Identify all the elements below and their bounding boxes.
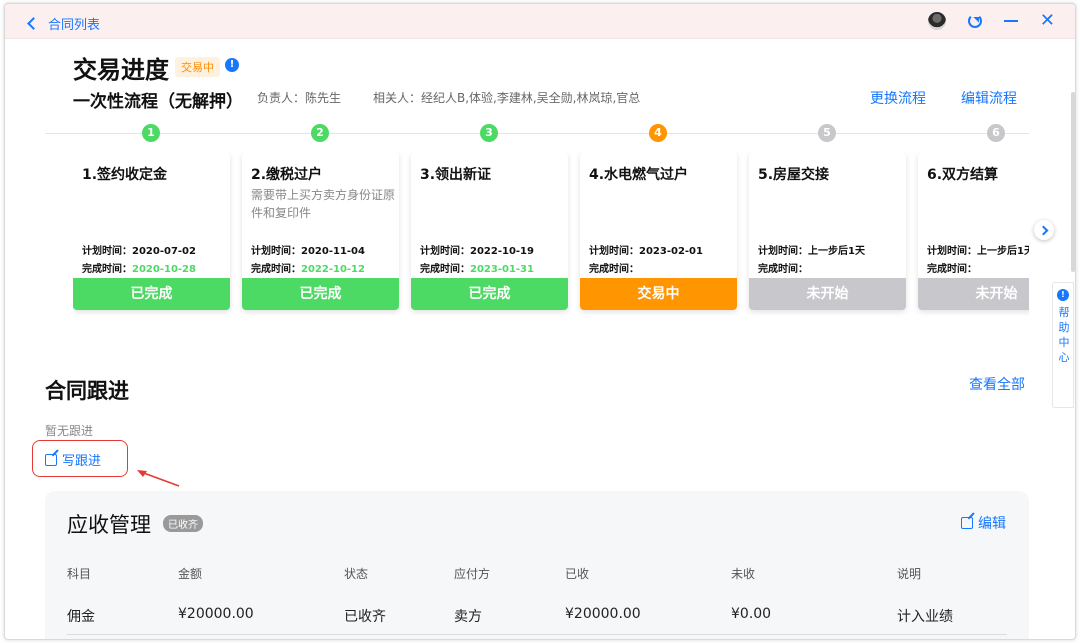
step-status: 未开始 [749,278,906,310]
help-center-label: 帮助中心 [1058,306,1070,364]
done-value: 2020-10-28 [132,264,196,275]
step-title: 6.双方结算 [927,167,999,183]
step-done-time: 完成时间：2022-10-12 [251,260,365,275]
col-header-subject: 科目 [67,567,92,581]
step-plan-time: 计划时间：2020-07-02 [82,246,196,257]
step-done-time: 完成时间： [589,260,639,275]
minimize-icon[interactable] [1003,20,1018,22]
step-card-6[interactable]: 6.双方结算 计划时间：上一步后1天 完成时间： 未开始 [918,152,1029,310]
receivable-title: 应收管理 [67,513,151,537]
close-icon[interactable]: ✕ [1040,12,1055,30]
step-plan-time: 计划时间：上一步后1天 [927,246,1029,257]
step-status: 交易中 [580,278,737,310]
done-label: 完成时间： [420,264,470,275]
step-status: 未开始 [918,278,1029,310]
step-card-1[interactable]: 1.签约收定金 计划时间：2020-07-02 完成时间：2020-10-28 … [73,152,230,310]
cell-status: 已收齐 [344,609,386,625]
window-controls: ✕ [927,12,1055,30]
related-people-text: 相关人：经纪人B,体验,李建林,吴全勋,林岚琼,官总 [373,91,641,105]
done-label: 完成时间： [927,264,977,275]
step-card-5[interactable]: 5.房屋交接 计划时间：上一步后1天 完成时间： 未开始 [749,152,906,310]
step-card-4[interactable]: 4.水电燃气过户 计划时间：2023-02-01 完成时间： 交易中 [580,152,737,310]
stepper-line [45,133,1029,134]
scrollbar[interactable] [1071,92,1075,272]
step-note: 需要带上买方卖方身份证原件和复印件 [251,188,396,220]
done-value: 2022-10-12 [301,264,365,275]
edit-icon [961,517,973,529]
cell-subject: 佣金 [67,609,95,625]
edit-icon [45,453,57,466]
view-all-link[interactable]: 查看全部 [969,374,1025,394]
back-to-contract-list[interactable]: 合同列表 [27,14,101,33]
owner-text: 负责人：陈先生 [257,91,342,105]
change-flow-link[interactable]: 更换流程 [870,88,926,108]
edit-flow-link[interactable]: 编辑流程 [961,88,1017,108]
step-title: 1.签约收定金 [82,167,168,183]
receivable-panel: 应收管理 已收齐 编辑 科目 金额 状态 应付方 已收 未收 说明 佣金 ¥20… [45,491,1029,639]
done-label: 完成时间： [82,264,132,275]
col-header-amount: 金额 [178,567,203,581]
step-card-3[interactable]: 3.领出新证 计划时间：2022-10-19 完成时间：2023-01-31 已… [411,152,568,310]
step-dot-6[interactable]: 6 [987,124,1005,142]
step-dot-3[interactable]: 3 [480,124,498,142]
step-status: 已完成 [411,278,568,310]
step-cards: 1.签约收定金 计划时间：2020-07-02 完成时间：2020-10-28 … [73,152,1029,316]
receivable-badge: 已收齐 [163,515,203,532]
help-center-tab[interactable]: ! 帮助中心 [1052,282,1074,408]
title-bar: 合同列表 ✕ [5,4,1075,39]
empty-follow-text: 暂无跟进 [45,424,94,438]
annotation-arrow-icon [137,470,180,487]
help-icon: ! [1057,289,1069,301]
step-dot-2[interactable]: 2 [311,124,329,142]
next-steps-chevron-icon[interactable] [1034,220,1054,240]
chevron-left-icon [27,17,40,30]
write-follow-button[interactable]: 写跟进 [45,450,101,469]
step-card-2[interactable]: 2.缴税过户 需要带上买方卖方身份证原件和复印件 计划时间：2020-11-04… [242,152,399,310]
step-title: 4.水电燃气过户 [589,167,689,183]
done-label: 完成时间： [758,264,808,275]
step-dot-5[interactable]: 5 [818,124,836,142]
cell-unreceived: ¥0.00 [731,606,772,622]
cell-payer: 卖方 [454,609,482,625]
col-header-payer: 应付方 [454,567,491,581]
step-plan-time: 计划时间：2023-02-01 [589,246,703,257]
refresh-icon[interactable] [967,14,982,28]
col-header-received: 已收 [565,567,590,581]
back-label: 合同列表 [48,18,101,33]
receivable-edit-button[interactable]: 编辑 [961,513,1006,533]
info-icon[interactable]: ! [225,58,239,72]
step-done-time: 完成时间：2020-10-28 [82,260,196,275]
step-done-time: 完成时间： [758,260,808,275]
step-status: 已完成 [73,278,230,310]
step-done-time: 完成时间： [927,260,977,275]
step-plan-time: 计划时间：2022-10-19 [420,246,534,257]
cell-amount: ¥20000.00 [178,606,254,622]
write-follow-label: 写跟进 [62,454,102,469]
step-dot-4[interactable]: 4 [649,124,667,142]
step-dot-1[interactable]: 1 [142,124,160,142]
step-title: 2.缴税过户 [251,167,323,183]
app-window: 合同列表 ✕ 交易进度 交易中 ! 一次性流程（无解押） 负责人：陈先生 相关人… [4,3,1076,640]
cell-received: ¥20000.00 [565,606,641,622]
flow-name: 一次性流程（无解押） [73,92,243,112]
done-value: 2023-01-31 [470,264,534,275]
row-divider [67,634,1007,635]
col-header-note: 说明 [897,567,922,581]
step-status: 已完成 [242,278,399,310]
done-label: 完成时间： [589,264,639,275]
step-plan-time: 计划时间：上一步后1天 [758,246,865,257]
page-title: 交易进度 [73,56,169,84]
receivable-edit-label: 编辑 [978,516,1006,532]
col-header-unreceived: 未收 [731,567,756,581]
done-label: 完成时间： [251,264,301,275]
status-badge: 交易中 [175,57,220,77]
avatar[interactable] [927,12,946,30]
col-header-status: 状态 [344,567,369,581]
cell-note: 计入业绩 [897,609,953,625]
step-plan-time: 计划时间：2020-11-04 [251,246,365,257]
step-title: 3.领出新证 [420,167,492,183]
follow-section-title: 合同跟进 [45,379,129,403]
step-title: 5.房屋交接 [758,167,830,183]
step-done-time: 完成时间：2023-01-31 [420,260,534,275]
